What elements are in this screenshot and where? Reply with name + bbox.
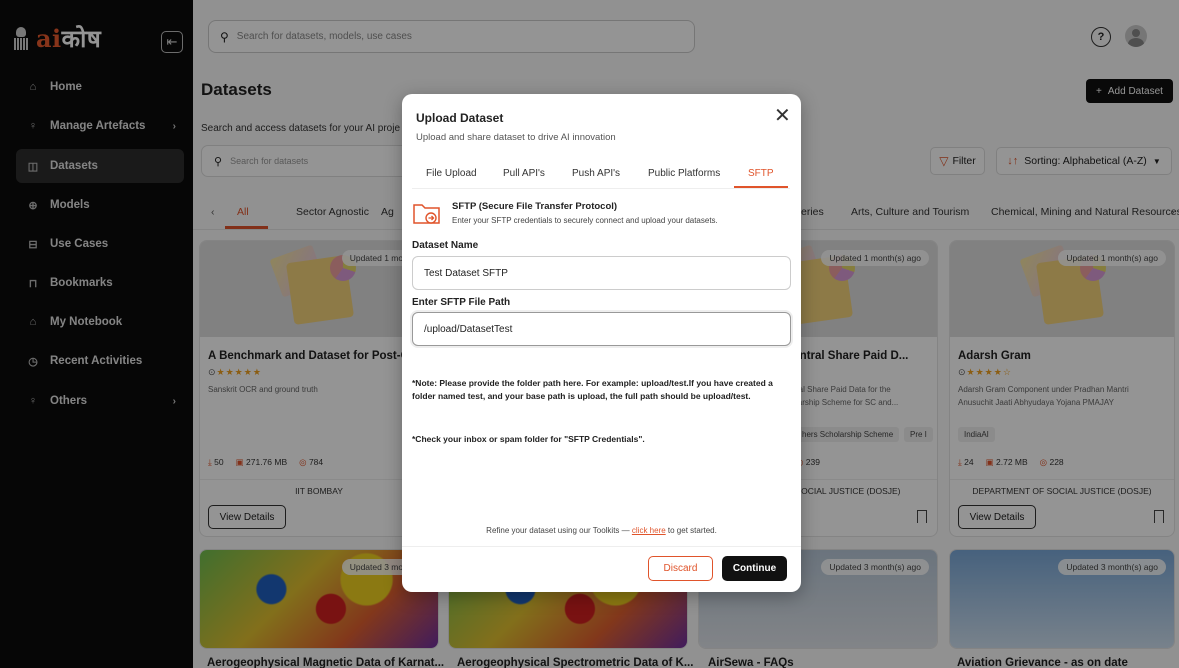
modal-subtitle: Upload and share dataset to drive AI inn… xyxy=(416,132,616,143)
tab-file-upload[interactable]: File Upload xyxy=(426,168,477,179)
sftp-title: SFTP (Secure File Transfer Protocol) xyxy=(452,201,618,212)
tab-sftp[interactable]: SFTP xyxy=(748,168,774,179)
tab-push-apis[interactable]: Push API's xyxy=(572,168,620,179)
dataset-name-input[interactable] xyxy=(412,256,791,290)
sftp-path-input[interactable] xyxy=(412,312,791,346)
folder-link-icon xyxy=(413,204,440,224)
refine-toolkit-text: Refine your dataset using our Toolkits —… xyxy=(486,526,717,535)
credentials-note: *Check your inbox or spam folder for "SF… xyxy=(412,434,645,444)
upload-dataset-modal: Upload Dataset ✕ Upload and share datase… xyxy=(402,94,801,592)
sftp-description: Enter your SFTP credentials to securely … xyxy=(452,216,718,225)
dataset-name-label: Dataset Name xyxy=(412,240,479,251)
divider xyxy=(402,546,801,547)
click-here-link[interactable]: click here xyxy=(632,526,666,535)
app-screen: aiकोष ⇤ ⌂ Home ♀ Manage Artefacts › ◫ Datase… xyxy=(0,0,1179,668)
sftp-path-label: Enter SFTP File Path xyxy=(412,297,511,308)
divider xyxy=(412,188,790,189)
continue-button[interactable]: Continue xyxy=(722,556,787,581)
modal-title: Upload Dataset xyxy=(416,111,504,125)
path-note: *Note: Please provide the folder path he… xyxy=(412,378,773,401)
tab-public-platforms[interactable]: Public Platforms xyxy=(648,168,720,179)
tab-pull-apis[interactable]: Pull API's xyxy=(503,168,545,179)
upload-method-tabs: File Upload Pull API's Push API's Public… xyxy=(402,160,801,188)
close-icon[interactable]: ✕ xyxy=(774,106,791,126)
discard-button[interactable]: Discard xyxy=(648,556,713,581)
